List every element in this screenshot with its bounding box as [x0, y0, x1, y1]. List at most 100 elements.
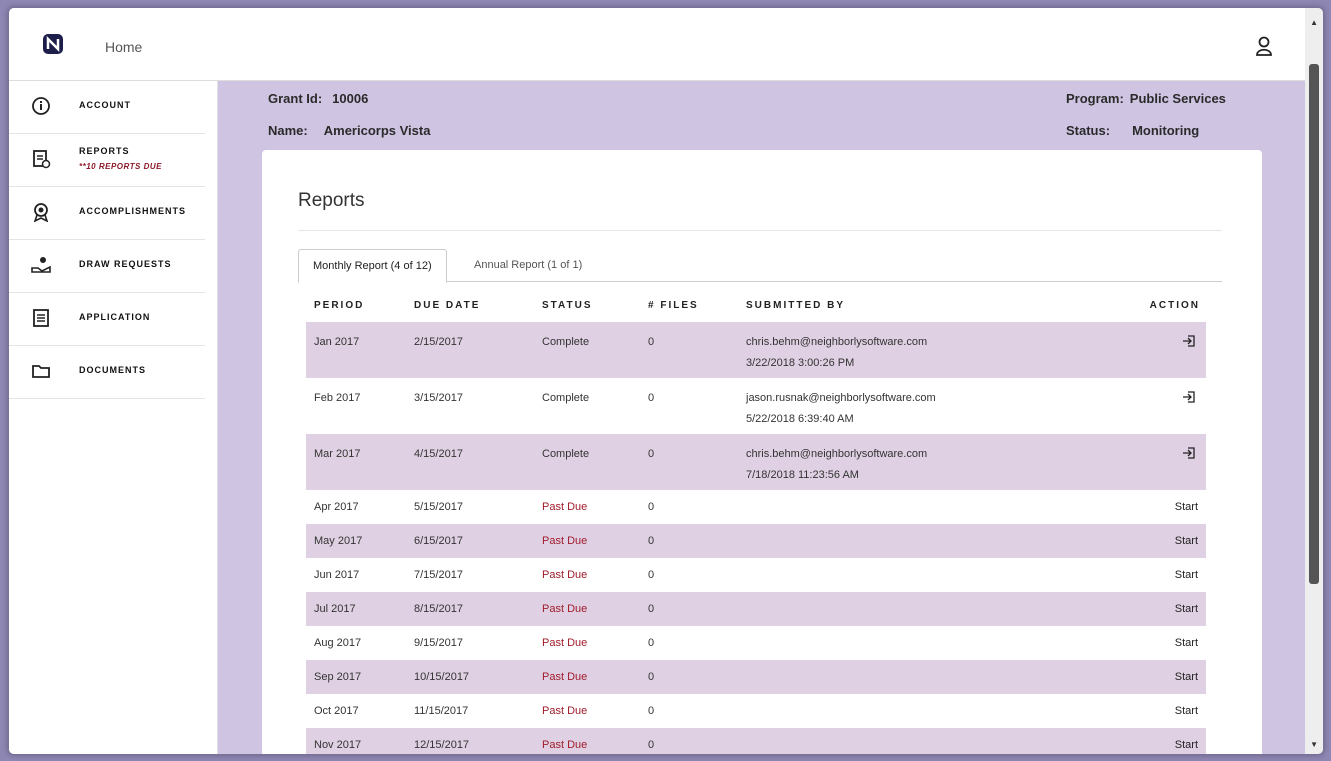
start-button[interactable]: Start [1175, 705, 1198, 717]
sidebar-item-label: ACCOMPLISHMENTS [79, 206, 186, 216]
program-label: Program: [1066, 91, 1124, 106]
neighborly-logo[interactable] [41, 32, 65, 56]
status-cell: Complete [542, 448, 590, 460]
start-button[interactable]: Start [1175, 569, 1198, 581]
tab-annual-report[interactable]: Annual Report (1 of 1) [460, 249, 596, 281]
table-row: Apr 2017 5/15/2017 Past Due 0 Start [306, 490, 1206, 524]
table-row: Aug 2017 9/15/2017 Past Due 0 Start [306, 626, 1206, 660]
files-cell: 0 [648, 448, 655, 460]
due-date-cell: 4/15/2017 [414, 448, 463, 460]
due-date-cell: 5/15/2017 [414, 501, 463, 513]
submitted-at-cell: 5/22/2018 6:39:40 AM [746, 413, 854, 425]
table-row: Jul 2017 8/15/2017 Past Due 0 Start [306, 592, 1206, 626]
scroll-up-arrow-icon[interactable]: ▲ [1310, 18, 1318, 27]
start-button[interactable]: Start [1175, 637, 1198, 649]
period-cell: Jan 2017 [314, 336, 360, 348]
period-cell: Jul 2017 [314, 603, 356, 615]
scrollbar-thumb[interactable] [1309, 64, 1319, 584]
start-button[interactable]: Start [1175, 603, 1198, 615]
scroll-down-arrow-icon[interactable]: ▼ [1310, 740, 1318, 749]
reports-due-badge: **10 REPORTS DUE [79, 162, 162, 171]
submitted-at-cell: 7/18/2018 11:23:56 AM [746, 469, 859, 481]
files-cell: 0 [648, 603, 655, 615]
submitted-by-cell: jason.rusnak@neighborlysoftware.com [746, 392, 936, 404]
start-button[interactable]: Start [1175, 501, 1198, 513]
home-link[interactable]: Home [105, 39, 142, 55]
sidebar-item-label: DRAW REQUESTS [79, 259, 172, 269]
status-label: Status: [1066, 123, 1111, 138]
reports-card: Reports Monthly Report (4 of 12) Annual … [262, 150, 1262, 754]
table-row: Sep 2017 10/15/2017 Past Due 0 Start [306, 660, 1206, 694]
program-value: Public Services [1129, 91, 1226, 106]
start-button[interactable]: Start [1175, 671, 1198, 683]
submitted-at-cell: 3/22/2018 3:00:26 PM [746, 357, 855, 369]
status-cell: Complete [542, 336, 590, 348]
due-date-cell: 10/15/2017 [414, 671, 470, 683]
table-row: Mar 2017 4/15/2017 Complete 0 chris.behm… [306, 434, 1206, 490]
table-row: Feb 2017 3/15/2017 Complete 0 jason.rusn… [306, 378, 1206, 434]
period-cell: Nov 2017 [314, 739, 362, 751]
due-date-cell: 3/15/2017 [414, 392, 463, 404]
view-report-icon[interactable] [1182, 390, 1196, 404]
table-header: PERIOD DUE DATE STATUS # FILES SUBMITTED… [306, 300, 1206, 322]
due-date-cell: 2/15/2017 [414, 336, 463, 348]
due-date-cell: 11/15/2017 [414, 705, 469, 717]
files-cell: 0 [648, 739, 655, 751]
status-cell: Past Due [542, 569, 588, 581]
start-button[interactable]: Start [1175, 535, 1198, 547]
name-field: Name: Americorps Vista [268, 123, 430, 138]
grant-id-label: Grant Id: [268, 91, 323, 106]
col-status: STATUS [542, 300, 593, 311]
due-date-cell: 12/15/2017 [414, 739, 470, 751]
status-cell: Past Due [542, 739, 588, 751]
due-date-cell: 8/15/2017 [414, 603, 463, 615]
sidebar-item-label: REPORTS [79, 146, 130, 156]
files-cell: 0 [648, 637, 655, 649]
grant-id-value: 10006 [332, 91, 369, 106]
sidebar-item-label: ACCOUNT [79, 100, 131, 110]
status-cell: Past Due [542, 637, 588, 649]
period-cell: Feb 2017 [314, 392, 361, 404]
files-cell: 0 [648, 336, 655, 348]
sidebar-item-application[interactable]: APPLICATION [9, 293, 205, 346]
status-cell: Past Due [542, 535, 588, 547]
period-cell: Aug 2017 [314, 637, 362, 649]
status-cell: Past Due [542, 705, 588, 717]
period-cell: Jun 2017 [314, 569, 360, 581]
draw-request-icon [31, 257, 51, 273]
tab-monthly-report[interactable]: Monthly Report (4 of 12) [298, 249, 447, 283]
info-icon [32, 97, 50, 115]
period-cell: Sep 2017 [314, 671, 362, 683]
view-report-icon[interactable] [1182, 446, 1196, 460]
sidebar-item-label: DOCUMENTS [79, 365, 146, 375]
view-report-icon[interactable] [1182, 334, 1196, 348]
status-value: Monitoring [1132, 123, 1200, 138]
sidebar-item-draw-requests[interactable]: DRAW REQUESTS [9, 240, 205, 293]
status-field: Status: Monitoring [1066, 123, 1199, 138]
user-icon[interactable] [1255, 36, 1273, 56]
main-content: Grant Id: 10006 Name: Americorps Vista Pro… [218, 81, 1305, 754]
table-row: Nov 2017 12/15/2017 Past Due 0 Start [306, 728, 1206, 754]
program-field: Program: Public Services [1066, 91, 1226, 106]
table-row: Jan 2017 2/15/2017 Complete 0 chris.behm… [306, 322, 1206, 378]
sidebar-item-label: APPLICATION [79, 312, 151, 322]
sidebar-item-reports[interactable]: REPORTS **10 REPORTS DUE [9, 134, 205, 187]
period-cell: Mar 2017 [314, 448, 361, 460]
table-row: Oct 2017 11/15/2017 Past Due 0 Start [306, 694, 1206, 728]
sidebar-item-account[interactable]: ACCOUNT [9, 81, 205, 134]
grant-id-field: Grant Id: 10006 [268, 91, 368, 106]
col-period: PERIOD [314, 300, 365, 311]
start-button[interactable]: Start [1175, 739, 1198, 751]
sidebar-item-accomplishments[interactable]: ACCOMPLISHMENTS [9, 187, 205, 240]
award-icon [33, 203, 49, 222]
app-window: Home ACCOUNT REPORTS **10 REPORTS DUE AC… [8, 7, 1324, 755]
sidebar-item-documents[interactable]: DOCUMENTS [9, 346, 205, 399]
vertical-scrollbar[interactable]: ▲ ▼ [1305, 8, 1323, 754]
name-value: Americorps Vista [323, 123, 431, 138]
page-title: Reports [298, 190, 365, 211]
report-tabs: Monthly Report (4 of 12) Annual Report (… [298, 249, 1222, 283]
submitted-by-cell: chris.behm@neighborlysoftware.com [746, 448, 928, 460]
files-cell: 0 [648, 501, 655, 513]
col-submitted-by: SUBMITTED BY [746, 300, 845, 311]
table-row: May 2017 6/15/2017 Past Due 0 Start [306, 524, 1206, 558]
